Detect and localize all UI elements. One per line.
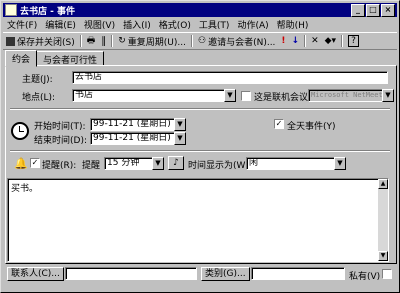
toolbar-separator	[111, 35, 114, 47]
start-date-dropdown[interactable]: ▼	[174, 118, 186, 131]
help-icon: ?	[348, 35, 359, 47]
private-label: 私有(V)	[349, 272, 381, 282]
help-button[interactable]: ?	[345, 34, 362, 48]
online-meeting-select[interactable]: Microsoft NetMeet	[308, 89, 384, 102]
menu-view[interactable]: 视图(V)	[84, 18, 115, 31]
previous-item-button[interactable]: ◆▾	[322, 34, 339, 48]
print-icon: 🖶	[86, 36, 96, 46]
reminder-label: 提醒(R):	[42, 161, 77, 171]
event-icon	[5, 4, 17, 16]
maximize-button[interactable]: □	[366, 4, 380, 17]
notes-textarea[interactable]: 买书。 ▲ ▼	[7, 178, 389, 262]
toolbar: 保存并关闭(S) 🖶 ∥ ↻ 重复周期(U)... ⚇ 邀请与会者(N)... …	[3, 32, 397, 50]
menu-insert[interactable]: 插入(I)	[123, 18, 151, 31]
menu-format[interactable]: 格式(O)	[159, 18, 191, 31]
menu-bar: 文件(F) 编辑(E) 视图(V) 插入(I) 格式(O) 工具(T) 动作(A…	[3, 18, 308, 31]
diamond-up-icon: ◆▾	[324, 36, 337, 46]
exclamation-icon: !	[281, 36, 286, 46]
delete-button[interactable]: ✕	[308, 34, 322, 48]
chevron-down-icon: ▼	[385, 91, 391, 99]
reminder-checkbox[interactable]: ✓	[30, 158, 40, 168]
save-close-label: 保存并关闭(S)	[17, 37, 75, 48]
recurrence-icon: ↻	[118, 36, 126, 46]
arrow-up-icon: ▲	[380, 180, 386, 187]
all-day-checkbox[interactable]: ✓	[274, 119, 284, 129]
title-bar: 去书店 - 事件 _ □ ×	[3, 3, 397, 17]
end-date-input[interactable]: 99-11-21 (星期日)	[90, 132, 176, 145]
location-input[interactable]: 书店	[72, 89, 226, 102]
divider	[10, 108, 390, 110]
categories-input[interactable]	[251, 267, 345, 280]
invite-label: 邀请与会者(N)...	[208, 37, 276, 48]
print-button[interactable]: 🖶	[84, 34, 99, 48]
reminder-dropdown[interactable]: ▼	[152, 157, 164, 170]
tab-attendee-availability[interactable]: 与会者可行性	[36, 51, 105, 66]
minimize-button[interactable]: _	[351, 4, 365, 17]
chevron-down-icon: ▼	[155, 159, 161, 167]
online-meeting-checkbox[interactable]	[241, 91, 251, 101]
toolbar-separator	[304, 35, 307, 47]
chevron-down-icon: ▼	[337, 159, 343, 167]
save-close-button[interactable]: 保存并关闭(S)	[3, 34, 78, 48]
scroll-down-button[interactable]: ▼	[378, 251, 388, 261]
event-window: 去书店 - 事件 _ □ × 文件(F) 编辑(E) 视图(V) 插入(I) 格…	[0, 0, 400, 293]
invite-button[interactable]: ⚇ 邀请与会者(N)...	[195, 34, 278, 48]
recurrence-button[interactable]: ↻ 重复周期(U)...	[115, 34, 189, 48]
show-as-select[interactable]: 闲	[246, 157, 336, 170]
divider	[10, 150, 390, 152]
vertical-scrollbar[interactable]: ▲ ▼	[378, 179, 388, 261]
paperclip-icon: ∥	[101, 35, 107, 47]
start-date-input[interactable]: 99-11-21 (星期日)	[90, 118, 176, 131]
delete-x-icon: ✕	[311, 36, 319, 46]
high-importance-button[interactable]: !	[278, 34, 288, 48]
menu-actions[interactable]: 动作(A)	[237, 18, 268, 31]
show-as-dropdown[interactable]: ▼	[334, 157, 346, 170]
chevron-down-icon: ▼	[177, 134, 183, 142]
end-time-label: 结束时间(D):	[34, 136, 87, 146]
menu-edit[interactable]: 编辑(E)	[45, 18, 76, 31]
chevron-down-icon: ▼	[227, 91, 233, 99]
sound-button[interactable]: ♪	[168, 156, 184, 170]
contacts-button[interactable]: 联系人(C)...	[7, 267, 64, 281]
arrow-down-icon: ▼	[380, 252, 386, 259]
scroll-up-button[interactable]: ▲	[378, 179, 388, 189]
tab-appointment[interactable]: 约会	[5, 50, 38, 67]
contacts-input[interactable]	[65, 267, 197, 280]
menu-tools[interactable]: 工具(T)	[199, 18, 230, 31]
start-time-label: 开始时间(T):	[34, 122, 86, 132]
window-title: 去书店 - 事件	[20, 6, 76, 17]
subject-label: 主题(J):	[22, 75, 53, 85]
location-label: 地点(L):	[22, 93, 56, 103]
attendees-icon: ⚇	[198, 36, 207, 46]
location-dropdown[interactable]: ▼	[224, 89, 236, 102]
reminder-select[interactable]: 15 分钟	[104, 157, 154, 170]
online-meeting-dropdown[interactable]: ▼	[382, 89, 394, 102]
down-arrow-icon: ↓	[291, 36, 300, 46]
categories-button[interactable]: 类别(G)...	[201, 267, 250, 281]
subject-input[interactable]: 去书店	[72, 71, 388, 84]
toolbar-separator	[341, 35, 344, 47]
chevron-down-icon: ▼	[177, 120, 183, 128]
close-button[interactable]: ×	[381, 4, 395, 17]
save-icon	[6, 36, 15, 46]
reminder-prefix: 提醒	[82, 161, 101, 171]
recurrence-label: 重复周期(U)...	[127, 37, 186, 48]
attach-button[interactable]: ∥	[98, 34, 109, 48]
end-date-dropdown[interactable]: ▼	[174, 132, 186, 145]
notes-text: 买书。	[11, 184, 39, 194]
low-importance-button[interactable]: ↓	[289, 34, 303, 48]
show-as-label: 时间显示为(W):	[188, 161, 252, 171]
bell-icon: 🔔	[14, 157, 28, 170]
toolbar-separator	[79, 35, 82, 47]
private-checkbox[interactable]	[382, 269, 392, 279]
online-meeting-label: 这是联机会议:	[254, 93, 312, 103]
menu-help[interactable]: 帮助(H)	[277, 18, 309, 31]
all-day-label: 全天事件(Y)	[287, 122, 336, 132]
toolbar-separator	[191, 35, 193, 47]
menu-file[interactable]: 文件(F)	[7, 18, 37, 31]
clock-icon	[11, 122, 29, 140]
speaker-icon: ♪	[173, 158, 179, 168]
